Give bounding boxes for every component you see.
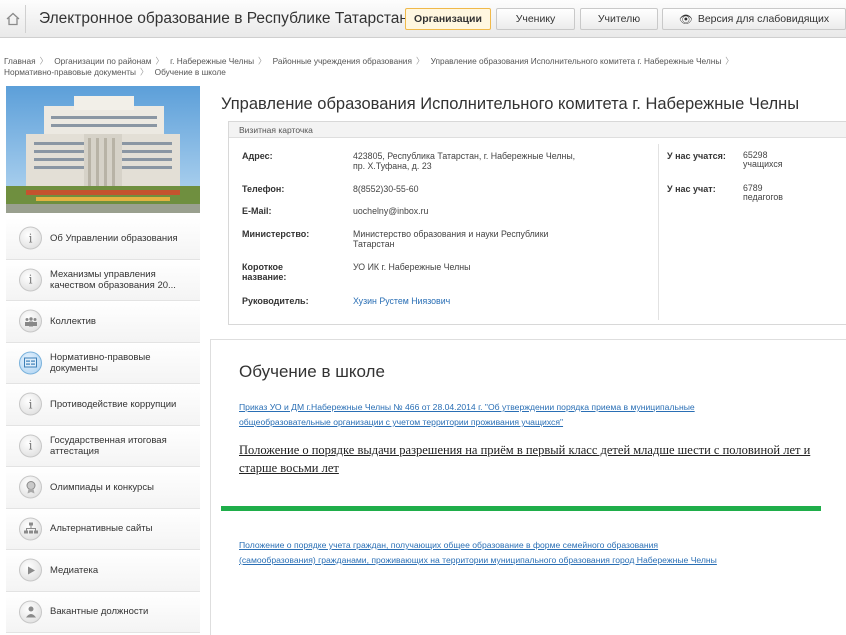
- ministry-label: Министерство:: [242, 229, 310, 239]
- info-icon: i: [19, 226, 42, 250]
- card-divider: [658, 144, 659, 320]
- sidebar-item-state-attestation[interactable]: i Государственная итоговая аттестация: [6, 425, 200, 467]
- breadcrumb-item[interactable]: Районные учреждения образования: [273, 56, 412, 66]
- sidebar-item-label: Об Управлении образования: [50, 232, 178, 244]
- breadcrumb-item[interactable]: Главная: [4, 56, 36, 66]
- sidebar-item-anticorruption[interactable]: i Противодействие коррупции: [6, 384, 200, 426]
- breadcrumb-item[interactable]: г. Набережные Челны: [170, 56, 254, 66]
- nav-organizations[interactable]: Организации: [405, 8, 491, 30]
- eye-icon: 👁: [678, 13, 693, 26]
- sitemap-icon: [19, 517, 42, 541]
- head-link[interactable]: Хузин Рустем Ниязович: [353, 296, 450, 306]
- section-title: Обучение в школе: [239, 362, 385, 381]
- students-value: 65298 учащихся: [743, 150, 783, 169]
- nav-accessibility-label: Версия для слабовидящих: [697, 13, 830, 25]
- sidebar-item-normative-docs[interactable]: Нормативно-правовые документы: [6, 342, 200, 384]
- nav-student[interactable]: Ученику: [496, 8, 575, 30]
- sidebar-item-quality[interactable]: i Механизмы управления качеством образов…: [6, 259, 200, 301]
- person-icon: [19, 600, 42, 624]
- card-header: Визитная карточка: [229, 122, 846, 138]
- students-label: У нас учатся:: [667, 151, 726, 161]
- breadcrumb-current: Обучение в школе: [154, 67, 226, 77]
- breadcrumb-item[interactable]: Нормативно-правовые документы: [4, 67, 136, 77]
- short-name-value: УО ИК г. Набережные Челны: [353, 262, 471, 272]
- sidebar-item-olympiads[interactable]: Олимпиады и конкурсы: [6, 467, 200, 509]
- site-title[interactable]: Электронное образование в Республике Тат…: [39, 10, 408, 28]
- email-label: E-Mail:: [242, 206, 272, 216]
- home-button[interactable]: [0, 5, 26, 33]
- top-bar: Электронное образование в Республике Тат…: [0, 0, 846, 38]
- info-icon: i: [19, 434, 42, 458]
- teachers-label: У нас учат:: [667, 184, 716, 194]
- sidebar-item-label: Нормативно-правовые документы: [50, 351, 151, 374]
- home-icon: [6, 12, 19, 26]
- business-card: Визитная карточка Адрес: 423805, Республ…: [228, 121, 846, 325]
- sidebar-item-label: Государственная итоговая аттестация: [50, 434, 167, 457]
- page-title: Управление образования Исполнительного к…: [221, 95, 800, 113]
- sidebar-item-label: Коллектив: [50, 315, 96, 327]
- green-highlight-bar: [221, 506, 821, 511]
- sidebar-item-label: Альтернативные сайты: [50, 523, 153, 535]
- sidebar-item-label: Вакантные должности: [50, 606, 149, 618]
- sidebar-item-staff[interactable]: Коллектив: [6, 301, 200, 343]
- doc-link-first-grade-admission[interactable]: Положение о порядке выдачи разрешения на…: [239, 442, 839, 477]
- phone-label: Телефон:: [242, 184, 285, 194]
- medal-icon: [19, 475, 42, 499]
- doc-link-order-466[interactable]: Приказ УО и ДМ г.Набережные Челны № 466 …: [239, 400, 695, 430]
- email-value: uochelny@inbox.ru: [353, 206, 429, 216]
- breadcrumb-item[interactable]: Организации по районам: [54, 56, 151, 66]
- sidebar-item-vacancies[interactable]: Вакантные должности: [6, 591, 200, 633]
- content-section: [210, 339, 846, 635]
- phone-value: 8(8552)30-55-60: [353, 184, 419, 194]
- sidebar-item-label: Механизмы управления качеством образован…: [50, 268, 176, 291]
- sidebar-item-label: Медиатека: [50, 564, 99, 576]
- sidebar-item-label: Противодействие коррупции: [50, 398, 177, 410]
- nav-accessibility[interactable]: 👁 Версия для слабовидящих: [662, 8, 846, 30]
- sidebar-item-about[interactable]: i Об Управлении образования: [6, 218, 200, 260]
- nav-teacher[interactable]: Учителю: [580, 8, 658, 30]
- doc-link-family-education[interactable]: Положение о порядке учета граждан, получ…: [239, 538, 717, 568]
- breadcrumb: Главная 〉 Организации по районам 〉 г. Набе…: [4, 56, 734, 77]
- address-label: Адрес:: [242, 151, 273, 161]
- sidebar-item-alt-sites[interactable]: Альтернативные сайты: [6, 508, 200, 550]
- document-icon: [19, 351, 42, 375]
- ministry-value: Министерство образования и науки Республ…: [353, 229, 549, 249]
- sidebar: i Об Управлении образования i Механизмы …: [6, 218, 200, 633]
- info-icon: i: [19, 392, 42, 416]
- short-name-label: Короткое название:: [242, 262, 287, 282]
- building-photo: [6, 86, 200, 213]
- sidebar-item-media[interactable]: Медиатека: [6, 550, 200, 592]
- info-icon: i: [19, 268, 42, 292]
- play-icon: [19, 558, 42, 582]
- teachers-value: 6789 педагогов: [743, 183, 783, 202]
- breadcrumb-item[interactable]: Управление образования Исполнительного к…: [431, 56, 722, 66]
- head-label: Руководитель:: [242, 296, 309, 306]
- address-value: 423805, Республика Татарстан, г. Набереж…: [353, 151, 576, 171]
- sidebar-item-label: Олимпиады и конкурсы: [50, 481, 154, 493]
- people-icon: [19, 309, 42, 333]
